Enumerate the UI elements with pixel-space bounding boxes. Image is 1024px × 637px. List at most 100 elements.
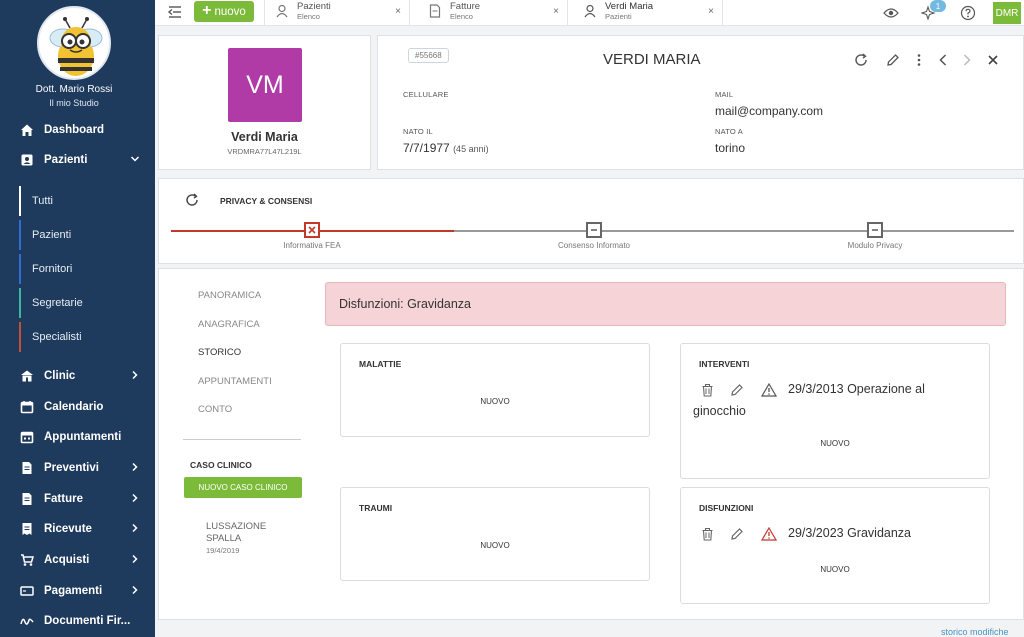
warning-icon bbox=[761, 526, 777, 542]
sidebar-item-pazienti[interactable]: Pazienti bbox=[0, 147, 155, 173]
eye-icon[interactable] bbox=[882, 4, 900, 22]
sidebar-item-label: Ricevute bbox=[44, 523, 92, 535]
menu-conto[interactable]: CONTO bbox=[198, 404, 232, 415]
step-informativa-fea[interactable] bbox=[304, 222, 320, 238]
step-label: Consenso Informato bbox=[557, 241, 631, 250]
sidebar-item-label: Appuntamenti bbox=[44, 431, 122, 443]
tab-subtitle: Elenco bbox=[297, 12, 320, 21]
sidebar-subitem-segretarie[interactable]: Segretarie bbox=[19, 288, 155, 318]
patient-age: (45 anni) bbox=[453, 144, 489, 154]
patient-name: Verdi Maria bbox=[231, 130, 298, 144]
sidebar-item-dashboard[interactable]: Dashboard bbox=[0, 117, 155, 143]
new-trauma-link[interactable]: NUOVO bbox=[341, 541, 649, 550]
edit-icon[interactable] bbox=[729, 382, 745, 398]
sidebar-subitem-specialisti[interactable]: Specialisti bbox=[19, 322, 155, 352]
sidebar-item-documenti-firmati[interactable]: Documenti Fir... bbox=[0, 608, 155, 634]
collapse-menu-icon[interactable] bbox=[167, 4, 183, 20]
menu-storico[interactable]: STORICO bbox=[198, 347, 241, 358]
menu-appuntamenti[interactable]: APPUNTAMENTI bbox=[198, 376, 272, 387]
close-icon[interactable]: × bbox=[395, 6, 401, 17]
new-clinical-case-button[interactable]: NUOVO CASO CLINICO bbox=[184, 477, 302, 498]
sidebar-item-label: Preventivi bbox=[44, 462, 99, 474]
new-intervento-link[interactable]: NUOVO bbox=[681, 439, 989, 448]
tab-subtitle: Pazienti bbox=[605, 12, 632, 21]
trash-icon[interactable] bbox=[699, 526, 715, 542]
intervento-entry-line2: ginocchio bbox=[693, 404, 746, 418]
tab-fatture[interactable]: Fatture Elenco × bbox=[418, 0, 568, 26]
receipt-icon bbox=[19, 521, 35, 537]
nato-il-label: NATO IL bbox=[403, 127, 433, 136]
user-avatar[interactable]: DMR bbox=[993, 2, 1021, 24]
sidebar-item-label: Fatture bbox=[44, 493, 83, 505]
close-icon[interactable]: × bbox=[553, 6, 559, 17]
sidebar-item-label: Documenti Fir... bbox=[44, 615, 131, 627]
close-icon[interactable]: × bbox=[708, 6, 714, 17]
new-button[interactable]: + nuovo bbox=[194, 1, 254, 22]
sidebar-item-clinic[interactable]: Clinic bbox=[0, 363, 155, 389]
sidebar-subitem-label: Segretarie bbox=[32, 297, 83, 309]
help-icon[interactable] bbox=[959, 4, 977, 22]
sidebar-item-label: Dashboard bbox=[44, 124, 105, 136]
signature-icon bbox=[19, 613, 35, 629]
refresh-icon[interactable] bbox=[185, 193, 199, 207]
chevron-right-icon[interactable] bbox=[959, 52, 975, 68]
sidebar-item-pagamenti[interactable]: Pagamenti bbox=[0, 578, 155, 604]
sidebar-item-label: Pagamenti bbox=[44, 585, 103, 597]
disfunzione-entry: 29/3/2023 Gravidanza bbox=[788, 526, 912, 540]
plus-icon: + bbox=[202, 2, 212, 19]
appointments-icon bbox=[19, 429, 35, 445]
cart-icon bbox=[19, 552, 35, 568]
trash-icon[interactable] bbox=[699, 382, 715, 398]
sidebar-item-ricevute[interactable]: Ricevute bbox=[0, 516, 155, 542]
more-vertical-icon[interactable] bbox=[911, 52, 927, 68]
sidebar-subitem-label: Specialisti bbox=[32, 331, 82, 343]
traumi-box: TRAUMI NUOVO bbox=[340, 487, 650, 581]
chevron-right-icon bbox=[129, 553, 141, 565]
chevron-down-icon bbox=[129, 153, 141, 165]
tab-title: Fatture bbox=[450, 1, 481, 12]
user-icon bbox=[584, 4, 596, 18]
tab-pazienti[interactable]: Pazienti Elenco × bbox=[264, 0, 410, 26]
close-icon[interactable] bbox=[985, 52, 1001, 68]
sidebar-item-fatture[interactable]: Fatture bbox=[0, 486, 155, 512]
sidebar-subitem-pazienti[interactable]: Pazienti bbox=[19, 220, 155, 250]
case-title-line1: LUSSAZIONE bbox=[206, 521, 267, 532]
sidebar-item-preventivi[interactable]: Preventivi bbox=[0, 455, 155, 481]
privacy-title: PRIVACY & CONSENSI bbox=[220, 196, 313, 206]
clinical-case-item[interactable]: LUSSAZIONE SPALLA 19/4/2019 bbox=[206, 521, 266, 555]
patient-summary-card: VM Verdi Maria VRDMRA77L47L219L bbox=[158, 35, 371, 170]
new-button-label: nuovo bbox=[214, 5, 246, 18]
patient-id-badge: #55668 bbox=[408, 48, 449, 63]
calendar-icon bbox=[19, 399, 35, 415]
menu-anagrafica[interactable]: ANAGRAFICA bbox=[198, 319, 260, 330]
quote-icon bbox=[19, 460, 35, 476]
sidebar-item-acquisti[interactable]: Acquisti bbox=[0, 547, 155, 573]
sidebar-subitem-fornitori[interactable]: Fornitori bbox=[19, 254, 155, 284]
step-modulo-privacy[interactable] bbox=[867, 222, 883, 238]
chevron-right-icon bbox=[129, 492, 141, 504]
change-history-link[interactable]: storico modifiche bbox=[941, 627, 1009, 637]
notification-badge[interactable]: 1 bbox=[930, 0, 946, 12]
edit-icon[interactable] bbox=[729, 526, 745, 542]
step-consenso-informato[interactable] bbox=[586, 222, 602, 238]
patient-icon bbox=[19, 152, 35, 168]
refresh-icon[interactable] bbox=[853, 52, 869, 68]
sidebar-item-calendario[interactable]: Calendario bbox=[0, 394, 155, 420]
chevron-left-icon[interactable] bbox=[935, 52, 951, 68]
new-disfunzione-link[interactable]: NUOVO bbox=[681, 565, 989, 574]
tab-verdi-maria[interactable]: Verdi Maria Pazienti × bbox=[573, 0, 723, 26]
sidebar-subitem-label: Fornitori bbox=[32, 263, 73, 275]
chevron-right-icon bbox=[129, 584, 141, 596]
sidebar-subitem-tutti[interactable]: Tutti bbox=[19, 186, 155, 216]
sidebar-item-label: Acquisti bbox=[44, 554, 90, 566]
edit-icon[interactable] bbox=[885, 52, 901, 68]
user-icon bbox=[276, 4, 288, 18]
sidebar-item-label: Calendario bbox=[44, 401, 104, 413]
page-title: VERDI MARIA bbox=[603, 51, 701, 68]
chevron-right-icon bbox=[129, 461, 141, 473]
nato-a-value: torino bbox=[715, 141, 746, 155]
menu-panoramica[interactable]: PANORAMICA bbox=[198, 290, 261, 301]
dysfunction-alert: Disfunzioni: Gravidanza bbox=[325, 282, 1006, 326]
new-malattia-link[interactable]: NUOVO bbox=[341, 397, 649, 406]
sidebar-item-appuntamenti[interactable]: Appuntamenti bbox=[0, 424, 155, 450]
